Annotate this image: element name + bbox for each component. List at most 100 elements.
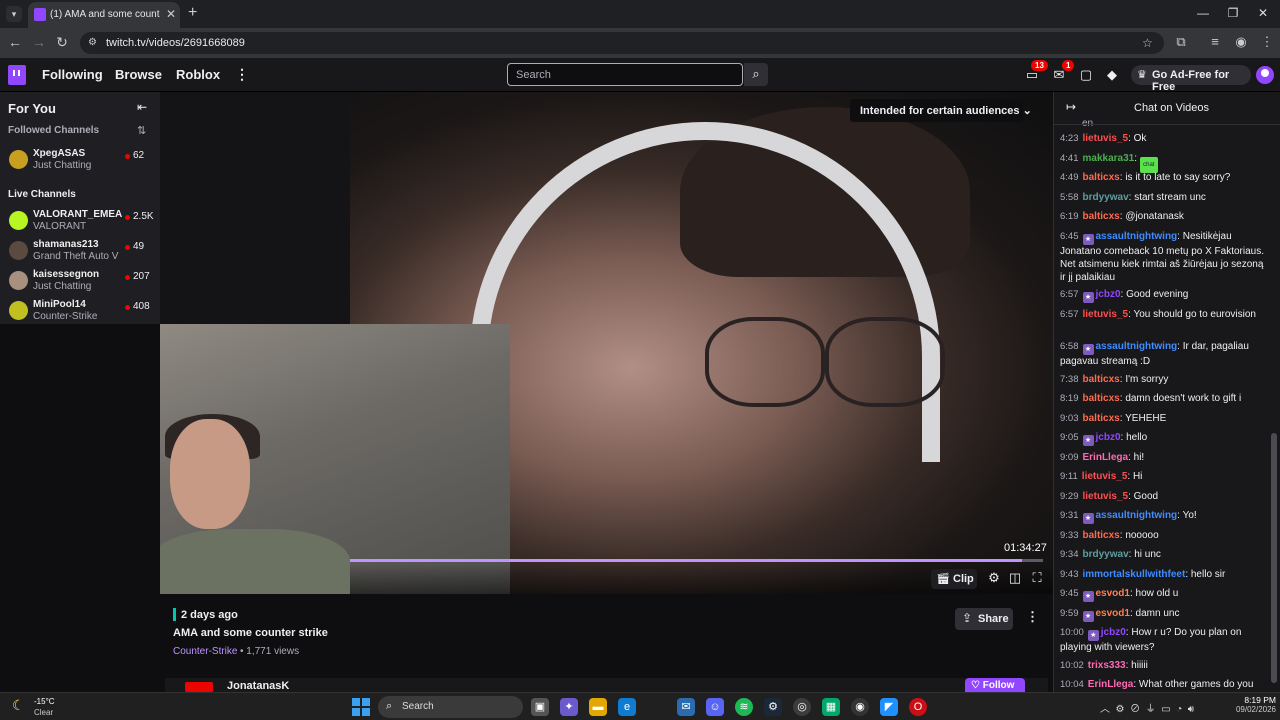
edge-icon[interactable]: e bbox=[618, 698, 636, 716]
chat-username[interactable]: trixs333 bbox=[1088, 660, 1126, 671]
browser-tab[interactable]: (1) AMA and some counter strike ✕ bbox=[28, 2, 180, 28]
extensions-icon[interactable]: ⧉ bbox=[1172, 34, 1190, 50]
chat-username[interactable]: ErinLlega bbox=[1088, 679, 1134, 690]
chat-username[interactable]: assaultnightwing bbox=[1096, 231, 1178, 242]
channel-name[interactable]: JonatanasK bbox=[227, 680, 289, 692]
obs-icon[interactable]: ◉ bbox=[851, 698, 869, 716]
file-explorer-icon[interactable]: ▬ bbox=[589, 698, 607, 716]
bits-icon[interactable]: ◆ bbox=[1104, 67, 1120, 83]
go-ad-free-button[interactable]: ♛ Go Ad-Free for Free bbox=[1131, 65, 1251, 93]
chat-message: 4:41 makkara31: chat bbox=[1060, 152, 1266, 173]
chat-scroll-thumb[interactable] bbox=[1271, 433, 1277, 683]
fullscreen-icon[interactable]: ⛶ bbox=[1029, 570, 1045, 586]
sidebar-channel[interactable]: kaisessegnon Just Chatting 207 bbox=[0, 266, 160, 296]
weather-widget[interactable]: ☾ -15°C Clear bbox=[12, 697, 55, 717]
chat-username[interactable]: assaultnightwing bbox=[1096, 341, 1178, 352]
collapse-sidebar-icon[interactable]: ⇤ bbox=[137, 100, 147, 114]
nav-browse[interactable]: Browse bbox=[115, 67, 162, 82]
chat-bubble-icon[interactable]: ▢ bbox=[1078, 67, 1094, 83]
more-options-icon[interactable]: ⋮ bbox=[235, 66, 249, 83]
windows-start-icon[interactable] bbox=[352, 698, 370, 716]
chat-username[interactable]: balticxs bbox=[1083, 530, 1120, 541]
chat-username[interactable]: assaultnightwing bbox=[1096, 510, 1178, 521]
share-button[interactable]: ⇪ Share bbox=[955, 608, 1013, 630]
tab-search-button[interactable]: ▾ bbox=[6, 6, 22, 22]
steam-icon[interactable]: ⚙ bbox=[764, 698, 782, 716]
chat-username[interactable]: balticxs bbox=[1083, 413, 1120, 424]
new-tab-button[interactable]: + bbox=[188, 4, 197, 22]
chat-username[interactable]: balticxs bbox=[1083, 211, 1120, 222]
chat-username[interactable]: ErinLlega bbox=[1083, 452, 1129, 463]
follow-button[interactable]: ♡ Follow bbox=[965, 678, 1025, 692]
sidebar-channel[interactable]: MiniPool14 Counter-Strike 408 bbox=[0, 296, 160, 326]
task-view-icon[interactable]: ▣ bbox=[531, 698, 549, 716]
chat-username[interactable]: lietuvis_5 bbox=[1082, 471, 1128, 482]
subscriber-badge-icon: ★ bbox=[1082, 610, 1094, 622]
chrome-icon[interactable]: ◎ bbox=[793, 698, 811, 716]
clip-button[interactable]: 🎬︎ Clip bbox=[931, 569, 977, 589]
sidebar-channel[interactable]: XpegASAS Just Chatting 62 bbox=[0, 145, 160, 175]
channel-avatar bbox=[9, 301, 28, 320]
nav-roblox[interactable]: Roblox bbox=[176, 67, 220, 82]
close-window-button[interactable]: ✕ bbox=[1253, 6, 1273, 20]
chat-username[interactable]: jcbz0 bbox=[1096, 432, 1121, 443]
settings-gear-icon[interactable]: ⚙ bbox=[986, 570, 1002, 586]
video-category-link[interactable]: Counter-Strike bbox=[173, 646, 237, 657]
maximize-button[interactable]: ❐ bbox=[1223, 6, 1243, 20]
chat-username[interactable]: brdyywav bbox=[1083, 549, 1129, 560]
subscriber-badge-icon: ★ bbox=[1082, 233, 1094, 245]
opera-icon[interactable]: O bbox=[909, 698, 927, 716]
browser-menu-icon[interactable]: ⋮ bbox=[1258, 34, 1276, 50]
minimize-button[interactable]: — bbox=[1193, 6, 1213, 20]
content-classification-dropdown[interactable]: Intended for certain audiences ⌄ bbox=[850, 99, 1032, 122]
chat-username[interactable]: balticxs bbox=[1083, 374, 1120, 385]
chat-username[interactable]: immortalskullwithfeet bbox=[1083, 569, 1186, 580]
video-player[interactable]: Intended for certain audiences ⌄ 01:34:2… bbox=[160, 92, 1053, 594]
video-glasses-left bbox=[705, 317, 825, 407]
nav-following[interactable]: Following bbox=[42, 67, 103, 82]
copilot-icon[interactable]: ✦ bbox=[560, 698, 578, 716]
chat-scrollbar[interactable] bbox=[1271, 128, 1277, 688]
chat-username[interactable]: brdyywav bbox=[1083, 192, 1129, 203]
forward-button[interactable]: → bbox=[30, 34, 48, 50]
mail-icon[interactable]: ✉ bbox=[677, 698, 695, 716]
chat-username[interactable]: jcbz0 bbox=[1096, 289, 1121, 300]
app-icon-blue[interactable]: ◤ bbox=[880, 698, 898, 716]
media-controls-icon[interactable]: ≡ bbox=[1206, 34, 1224, 49]
search-icon[interactable]: ⌕ bbox=[744, 63, 768, 86]
profile-icon[interactable]: ◉ bbox=[1232, 34, 1250, 50]
sidebar-channel[interactable]: shamanas213 Grand Theft Auto V 49 bbox=[0, 236, 160, 266]
sidebar-channel[interactable]: VALORANT_EMEA VALORANT 2.5K bbox=[0, 206, 160, 236]
chat-username[interactable]: lietuvis_5 bbox=[1083, 491, 1129, 502]
spotify-icon[interactable]: ≋ bbox=[735, 698, 753, 716]
chat-username[interactable]: lietuvis_5 bbox=[1083, 133, 1129, 144]
back-button[interactable]: ← bbox=[6, 34, 24, 50]
user-avatar[interactable] bbox=[1256, 66, 1274, 84]
bookmark-star-icon[interactable]: ☆ bbox=[1142, 36, 1153, 50]
seek-bar[interactable] bbox=[350, 559, 1043, 562]
search-input[interactable]: Search bbox=[507, 63, 743, 86]
chat-username[interactable]: balticxs bbox=[1083, 172, 1120, 183]
theatre-mode-icon[interactable]: ◫ bbox=[1007, 570, 1023, 586]
collapse-chat-icon[interactable]: ↦ bbox=[1066, 100, 1076, 114]
chat-username[interactable]: esvod1 bbox=[1096, 588, 1130, 599]
system-tray[interactable]: ︿ ⚙ ⊘ ⏚ ▭ ◔ 🔊︎ bbox=[1100, 700, 1194, 715]
chat-text: Good evening bbox=[1126, 289, 1189, 300]
url-field[interactable]: ⚙ twitch.tv/videos/2691668089 ☆ bbox=[80, 32, 1164, 54]
chat-username[interactable]: balticxs bbox=[1083, 393, 1120, 404]
chat-username[interactable]: jcbz0 bbox=[1101, 627, 1126, 638]
site-info-icon[interactable]: ⚙ bbox=[88, 37, 100, 49]
clock[interactable]: 8:19 PM 09/02/2026 bbox=[1226, 695, 1276, 714]
sort-icon[interactable]: ⇅ bbox=[137, 124, 146, 137]
video-more-options-icon[interactable]: ⋮ bbox=[1026, 609, 1039, 625]
discord-icon[interactable]: ☺ bbox=[706, 698, 724, 716]
taskbar-search[interactable]: ⌕ Search bbox=[378, 696, 523, 718]
app-icon-green[interactable]: ▦ bbox=[822, 698, 840, 716]
channel-avatar[interactable] bbox=[185, 682, 213, 692]
tab-close-icon[interactable]: ✕ bbox=[166, 7, 176, 21]
reload-button[interactable]: ↻ bbox=[53, 34, 71, 51]
twitch-logo-icon[interactable] bbox=[8, 65, 26, 85]
chat-username[interactable]: lietuvis_5 bbox=[1083, 309, 1129, 320]
chat-username[interactable]: esvod1 bbox=[1096, 608, 1130, 619]
chat-username[interactable]: makkara31 bbox=[1083, 153, 1135, 164]
